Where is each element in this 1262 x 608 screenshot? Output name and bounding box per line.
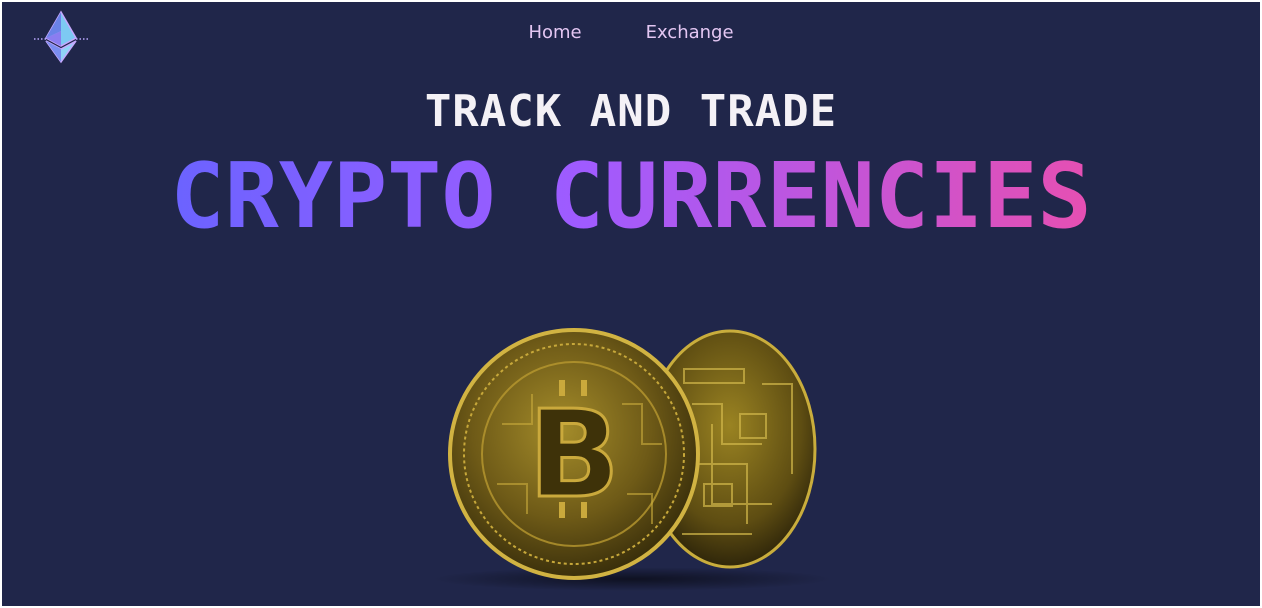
hero-headline-text: CRYPTO CURRENCIES bbox=[170, 144, 1092, 249]
nav-link-home[interactable]: Home bbox=[528, 22, 581, 43]
hero-subtitle: TRACK AND TRADE bbox=[424, 86, 838, 137]
nav-link-exchange[interactable]: Exchange bbox=[646, 22, 734, 43]
svg-text:B: B bbox=[528, 386, 619, 525]
hero-headline: CRYPTO CURRENCIES bbox=[2, 152, 1260, 242]
page-frame: Home Exchange TRACK AND TRADE CRYPTO CUR… bbox=[2, 2, 1260, 606]
main-nav: Home Exchange bbox=[2, 22, 1260, 43]
bitcoin-coins-image: B bbox=[422, 324, 842, 599]
